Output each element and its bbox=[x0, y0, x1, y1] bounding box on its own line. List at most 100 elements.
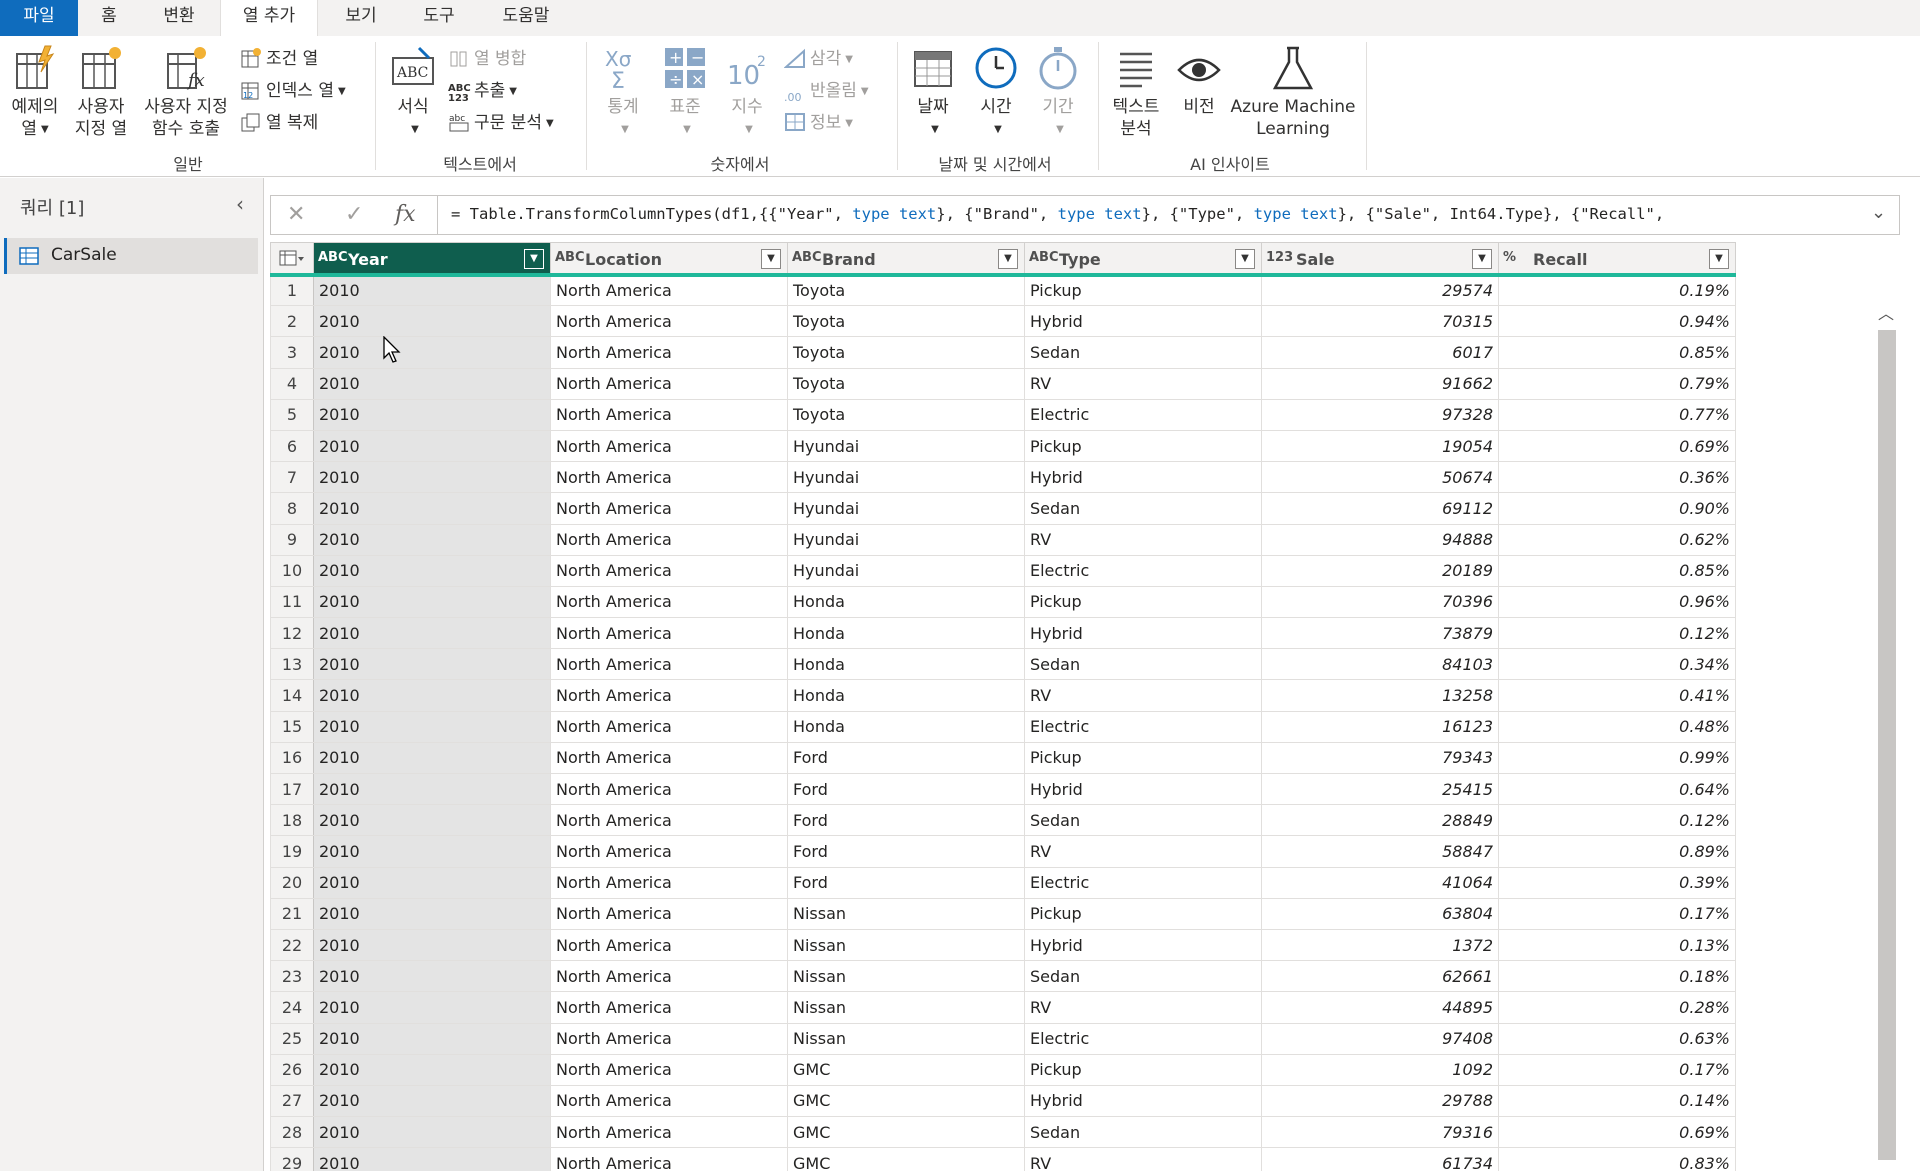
filter-dropdown-icon[interactable]: ▼ bbox=[1709, 249, 1729, 269]
formula-input[interactable]: = Table.TransformColumnTypes(df1,{{"Year… bbox=[451, 205, 1664, 223]
cell-brand[interactable]: Hyundai bbox=[787, 461, 1025, 494]
custom-column-button[interactable]: 사용자 지정 열 bbox=[70, 44, 132, 140]
cell-type[interactable]: Hybrid bbox=[1024, 461, 1262, 494]
collapse-pane-icon[interactable]: ‹ bbox=[236, 192, 244, 216]
cell-year[interactable]: 2010 bbox=[313, 1022, 551, 1055]
cell-recall[interactable]: 0.83% bbox=[1498, 1147, 1736, 1171]
row-number[interactable]: 20 bbox=[270, 866, 314, 899]
cell-sale[interactable]: 25415 bbox=[1261, 772, 1499, 806]
parse-button[interactable]: abc 구문 분석 ▼ bbox=[448, 108, 554, 138]
cell-brand[interactable]: GMC bbox=[787, 1116, 1025, 1149]
cell-brand[interactable]: Toyota bbox=[787, 273, 1025, 307]
statistics-button[interactable]: Xσ Σ 통계 ▼ bbox=[594, 44, 652, 141]
cell-location[interactable]: North America bbox=[550, 1147, 788, 1171]
row-number[interactable]: 29 bbox=[270, 1147, 314, 1171]
row-number[interactable]: 19 bbox=[270, 835, 314, 868]
cell-sale[interactable]: 70396 bbox=[1261, 585, 1499, 619]
cell-sale[interactable]: 97408 bbox=[1261, 1022, 1499, 1055]
cell-type[interactable]: Pickup bbox=[1024, 585, 1262, 619]
cell-year[interactable]: 2010 bbox=[313, 398, 551, 431]
text-type-icon[interactable]: ABC bbox=[792, 250, 822, 265]
number-type-icon[interactable]: 123 bbox=[1266, 250, 1293, 265]
cell-location[interactable]: North America bbox=[550, 367, 788, 400]
cell-recall[interactable]: 0.17% bbox=[1498, 897, 1736, 930]
cell-location[interactable]: North America bbox=[550, 1084, 788, 1118]
cell-sale[interactable]: 58847 bbox=[1261, 835, 1499, 868]
fx-icon[interactable]: fx bbox=[395, 202, 416, 227]
column-header-year[interactable]: ABC Year ▼ bbox=[313, 242, 551, 277]
cell-recall[interactable]: 0.28% bbox=[1498, 991, 1736, 1024]
text-type-icon[interactable]: ABC bbox=[1029, 250, 1059, 265]
row-number[interactable]: 11 bbox=[270, 585, 314, 619]
cell-sale[interactable]: 16123 bbox=[1261, 710, 1499, 743]
text-type-icon[interactable]: ABC bbox=[555, 250, 585, 265]
azure-ml-button[interactable]: Azure Machine Learning bbox=[1230, 44, 1356, 140]
cell-location[interactable]: North America bbox=[550, 679, 788, 712]
cell-brand[interactable]: Honda bbox=[787, 710, 1025, 743]
cell-recall[interactable]: 0.19% bbox=[1498, 273, 1736, 307]
cell-sale[interactable]: 41064 bbox=[1261, 866, 1499, 899]
row-number[interactable]: 26 bbox=[270, 1053, 314, 1086]
row-number[interactable]: 16 bbox=[270, 741, 314, 775]
cell-sale[interactable]: 6017 bbox=[1261, 336, 1499, 369]
cell-brand[interactable]: GMC bbox=[787, 1084, 1025, 1118]
cell-brand[interactable]: GMC bbox=[787, 1147, 1025, 1171]
cell-brand[interactable]: Ford bbox=[787, 835, 1025, 868]
cell-brand[interactable]: GMC bbox=[787, 1053, 1025, 1086]
cell-location[interactable]: North America bbox=[550, 710, 788, 743]
row-number[interactable]: 25 bbox=[270, 1022, 314, 1055]
cell-recall[interactable]: 0.39% bbox=[1498, 866, 1736, 899]
cell-recall[interactable]: 0.12% bbox=[1498, 617, 1736, 650]
column-header-location[interactable]: ABC Location ▼ bbox=[550, 242, 788, 277]
cell-year[interactable]: 2010 bbox=[313, 367, 551, 400]
row-number[interactable]: 24 bbox=[270, 991, 314, 1024]
row-number[interactable]: 23 bbox=[270, 960, 314, 993]
cell-recall[interactable]: 0.48% bbox=[1498, 710, 1736, 743]
tab-view[interactable]: 보기 bbox=[330, 0, 392, 36]
cell-type[interactable]: Pickup bbox=[1024, 741, 1262, 775]
cell-sale[interactable]: 79316 bbox=[1261, 1116, 1499, 1149]
cell-location[interactable]: North America bbox=[550, 398, 788, 431]
row-number[interactable]: 27 bbox=[270, 1084, 314, 1118]
row-number[interactable]: 22 bbox=[270, 928, 314, 962]
tab-transform[interactable]: 변환 bbox=[146, 0, 212, 36]
table-menu-button[interactable] bbox=[270, 242, 314, 277]
row-number[interactable]: 10 bbox=[270, 554, 314, 587]
confirm-formula-icon[interactable]: ✓ bbox=[345, 202, 363, 227]
cell-recall[interactable]: 0.14% bbox=[1498, 1084, 1736, 1118]
cell-year[interactable]: 2010 bbox=[313, 960, 551, 993]
cell-recall[interactable]: 0.77% bbox=[1498, 398, 1736, 431]
row-number[interactable]: 21 bbox=[270, 897, 314, 930]
cell-type[interactable]: Electric bbox=[1024, 866, 1262, 899]
cell-year[interactable]: 2010 bbox=[313, 273, 551, 307]
cell-recall[interactable]: 0.12% bbox=[1498, 804, 1736, 837]
cell-recall[interactable]: 0.96% bbox=[1498, 585, 1736, 619]
cell-year[interactable]: 2010 bbox=[313, 648, 551, 681]
cell-type[interactable]: Electric bbox=[1024, 710, 1262, 743]
cell-brand[interactable]: Hyundai bbox=[787, 554, 1025, 587]
cell-recall[interactable]: 0.36% bbox=[1498, 461, 1736, 494]
cell-sale[interactable]: 70315 bbox=[1261, 305, 1499, 338]
cell-brand[interactable]: Nissan bbox=[787, 928, 1025, 962]
cell-brand[interactable]: Hyundai bbox=[787, 492, 1025, 525]
cell-sale[interactable]: 97328 bbox=[1261, 398, 1499, 431]
cell-sale[interactable]: 91662 bbox=[1261, 367, 1499, 400]
cell-type[interactable]: RV bbox=[1024, 1147, 1262, 1171]
cell-year[interactable]: 2010 bbox=[313, 1116, 551, 1149]
cell-recall[interactable]: 0.85% bbox=[1498, 336, 1736, 369]
cell-location[interactable]: North America bbox=[550, 835, 788, 868]
time-button[interactable]: 시간 ▼ bbox=[968, 44, 1024, 141]
cell-location[interactable]: North America bbox=[550, 273, 788, 307]
column-from-examples-button[interactable]: 예제의 열 ▼ bbox=[6, 44, 64, 141]
row-number[interactable]: 4 bbox=[270, 367, 314, 400]
vertical-scrollbar[interactable]: ︿ bbox=[1876, 292, 1898, 1162]
row-number[interactable]: 7 bbox=[270, 461, 314, 494]
cell-type[interactable]: RV bbox=[1024, 835, 1262, 868]
cell-year[interactable]: 2010 bbox=[313, 679, 551, 712]
cell-type[interactable]: Sedan bbox=[1024, 1116, 1262, 1149]
cell-recall[interactable]: 0.64% bbox=[1498, 772, 1736, 806]
expand-formula-icon[interactable]: ⌄ bbox=[1871, 202, 1886, 223]
row-number[interactable]: 3 bbox=[270, 336, 314, 369]
cell-brand[interactable]: Nissan bbox=[787, 991, 1025, 1024]
cell-type[interactable]: Pickup bbox=[1024, 273, 1262, 307]
